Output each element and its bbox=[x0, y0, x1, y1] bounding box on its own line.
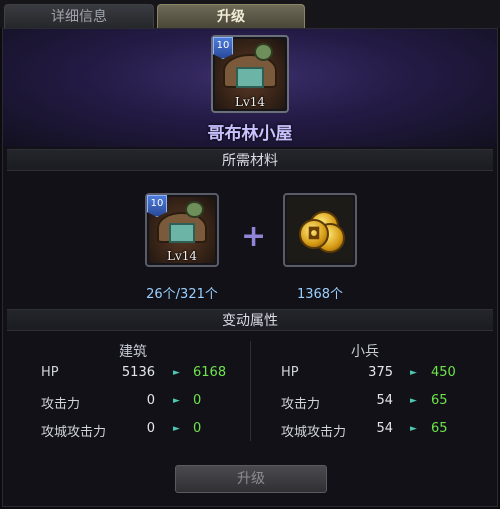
stat-new-value: 6168 bbox=[193, 365, 227, 380]
arrow-right-icon: ► bbox=[410, 396, 417, 406]
building-level: Lv14 bbox=[234, 95, 266, 109]
stat-new-value: 0 bbox=[193, 421, 202, 436]
stat-label: 攻击力 bbox=[281, 397, 321, 412]
gold-coins-icon: ◘ bbox=[287, 197, 353, 263]
stat-label: HP bbox=[281, 365, 299, 380]
stat-new-value: 0 bbox=[193, 393, 202, 408]
stat-new-value: 450 bbox=[431, 365, 456, 380]
material-count-gold: 1368个 bbox=[296, 287, 344, 302]
building-slot: 10 Lv14 bbox=[211, 35, 289, 113]
material-level: Lv14 bbox=[166, 249, 198, 263]
material-count-building: 26个/321个 bbox=[146, 287, 218, 302]
stat-old-value: 375 bbox=[368, 365, 393, 380]
arrow-right-icon: ► bbox=[410, 424, 417, 434]
upgrade-button[interactable]: 升级 bbox=[175, 465, 327, 493]
stat-label: HP bbox=[41, 365, 59, 380]
stat-old-value: 0 bbox=[146, 421, 155, 436]
stats-header: 变动属性 bbox=[7, 309, 493, 331]
tab-details[interactable]: 详细信息 bbox=[4, 4, 154, 28]
arrow-right-icon: ► bbox=[173, 396, 180, 406]
stat-old-value: 0 bbox=[146, 393, 155, 408]
upgrade-panel: 10 Lv14 哥布林小屋 所需材料 10 Lv14 + ◘ 26个/321个 … bbox=[2, 28, 498, 507]
stat-old-value: 54 bbox=[376, 393, 393, 408]
tab-upgrade[interactable]: 升级 bbox=[157, 4, 305, 28]
stats-column-title-minion: 小兵 bbox=[351, 344, 379, 360]
stat-label: 攻城攻击力 bbox=[281, 425, 347, 440]
stat-label: 攻击力 bbox=[41, 397, 81, 412]
plus-icon: + bbox=[241, 219, 267, 254]
building-name: 哥布林小屋 bbox=[207, 124, 293, 144]
arrow-right-icon: ► bbox=[173, 424, 180, 434]
arrow-right-icon: ► bbox=[173, 368, 180, 378]
arrow-right-icon: ► bbox=[410, 368, 417, 378]
stat-new-value: 65 bbox=[431, 393, 448, 408]
building-banner: 10 Lv14 哥布林小屋 bbox=[3, 29, 497, 147]
stats-divider bbox=[250, 341, 251, 441]
material-slot-gold[interactable]: ◘ bbox=[283, 193, 357, 267]
tab-bar: 详细信息 升级 bbox=[0, 0, 500, 28]
stats-column-title-building: 建筑 bbox=[119, 344, 147, 360]
stat-label: 攻城攻击力 bbox=[41, 425, 107, 440]
materials-header: 所需材料 bbox=[7, 149, 493, 171]
stat-new-value: 65 bbox=[431, 421, 448, 436]
stat-old-value: 5136 bbox=[121, 365, 155, 380]
material-slot-building[interactable]: 10 Lv14 bbox=[145, 193, 219, 267]
stat-old-value: 54 bbox=[376, 421, 393, 436]
